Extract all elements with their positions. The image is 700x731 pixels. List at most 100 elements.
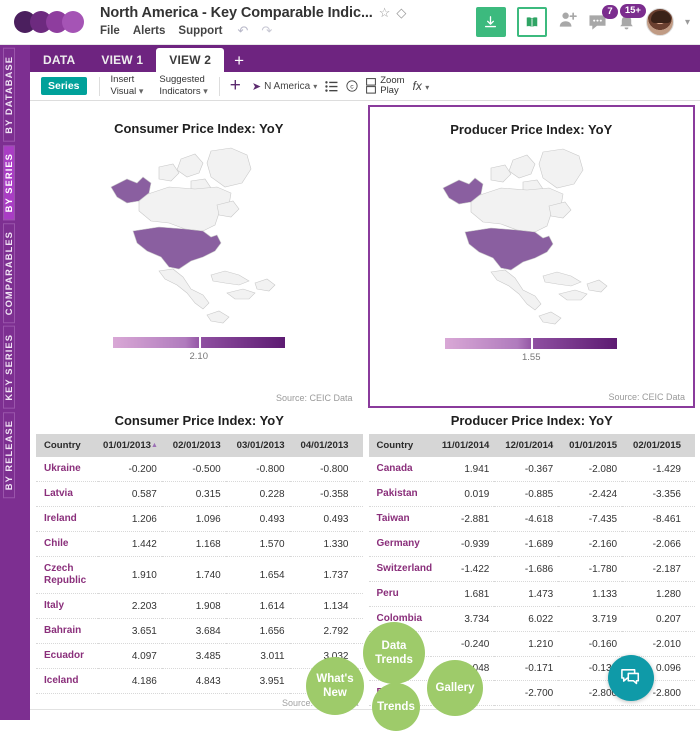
table-row[interactable]: Pakistan 0.019 -0.885 -2.424 -3.356 — [368, 481, 695, 507]
logo-dot — [62, 11, 84, 33]
legend-value-cpi: 2.10 — [189, 351, 209, 362]
sidebar-item-by-release[interactable]: BY RELEASE — [3, 411, 15, 499]
cell-value: 3.719 — [558, 606, 623, 632]
cell-country[interactable]: Iceland — [36, 668, 98, 694]
cell-country[interactable]: Pakistan — [368, 481, 431, 507]
cell-country[interactable]: Taiwan — [368, 506, 431, 532]
map-panel-ppi[interactable]: Producer Price Index: YoY 1.55 Source: C… — [367, 105, 695, 408]
cell-value: 1.133 — [558, 581, 623, 607]
table-row[interactable]: Italy 2.203 1.908 1.614 1.134 — [36, 593, 363, 619]
table-row[interactable]: Germany -0.939 -1.689 -2.160 -2.066 — [368, 531, 695, 557]
table-row[interactable]: Colombia 3.734 6.022 3.719 0.207 — [368, 606, 695, 632]
cell-country[interactable]: Bahrain — [36, 618, 98, 644]
cell-value: -0.160 — [558, 631, 623, 657]
cell-country[interactable]: Latvia — [36, 481, 98, 507]
col-header-date-4[interactable]: 04/01/2013 — [289, 434, 354, 457]
cell-country[interactable]: Ecuador — [36, 643, 98, 669]
col-header-date-2[interactable]: 12/01/2014 — [494, 434, 559, 457]
col-header-date-3[interactable]: 01/01/2015 — [558, 434, 623, 457]
table-row[interactable]: Peru 1.681 1.473 1.133 1.280 — [368, 581, 695, 607]
cell-value: -0.358 — [289, 481, 354, 507]
map-panels-row: Consumer Price Index: YoY 2.10 Source: C… — [30, 101, 700, 408]
notifications-button[interactable]: 15+ — [618, 4, 646, 31]
table-row[interactable]: Bahrain 3.651 3.684 1.656 2.792 — [36, 618, 363, 644]
cell-value: -2.700 — [494, 680, 559, 706]
menu-item-support[interactable]: Support — [178, 25, 222, 37]
table-row[interactable]: Switzerland -1.422 -1.686 -1.780 -2.187 — [368, 556, 695, 582]
avatar[interactable] — [645, 8, 674, 36]
left-sidebar: BY DATABASE BY SERIES COMPARABLES KEY SE… — [0, 45, 30, 720]
cell-country[interactable]: Ukraine — [36, 457, 98, 482]
bubble-gallery[interactable]: Gallery — [427, 660, 483, 716]
map-source-cpi: Source: CEIC Data — [275, 393, 353, 403]
menu-item-alerts[interactable]: Alerts — [133, 25, 166, 37]
copyright-button[interactable]: c — [342, 80, 362, 92]
insert-visual-button[interactable]: Insert Visual ▾ — [103, 74, 152, 97]
bubble-line-1: Trends — [377, 701, 415, 713]
star-icon[interactable]: ☆ — [379, 5, 391, 21]
col-header-date-2[interactable]: 02/01/2013 — [161, 434, 226, 457]
map-canvas-cpi[interactable] — [43, 140, 355, 335]
tab-data[interactable]: DATA — [30, 48, 88, 72]
svg-text:c: c — [351, 84, 355, 91]
series-button[interactable]: Series — [41, 77, 87, 95]
legend-gradient-bar — [445, 338, 618, 349]
zoom-play-button[interactable]: Zoom Play — [362, 75, 408, 97]
col-header-date-1[interactable]: 11/01/2014 — [430, 434, 495, 457]
formula-button[interactable]: fx ▾ — [409, 79, 434, 93]
download-button[interactable] — [475, 7, 506, 37]
col-header-date-3[interactable]: 03/01/2013 — [225, 434, 290, 457]
cell-country[interactable]: Canada — [368, 457, 431, 482]
add-tab-button[interactable]: + — [224, 51, 254, 72]
cell-value: 3.651 — [98, 618, 162, 644]
cell-country[interactable]: Switzerland — [368, 556, 432, 582]
map-canvas-ppi[interactable] — [376, 141, 688, 336]
cell-country[interactable]: Germany — [368, 531, 431, 557]
cell-country[interactable]: Czech Republic — [36, 556, 98, 594]
redo-icon[interactable]: ↷ — [261, 23, 272, 39]
col-header-date-1[interactable]: 01/01/2013▲ — [98, 434, 162, 457]
messages-button[interactable]: 7 — [588, 4, 618, 31]
col-header-date-4[interactable]: 02/01/2015 — [622, 434, 686, 457]
table-row[interactable]: Ukraine -0.200 -0.500 -0.800 -0.800 — [36, 457, 363, 482]
table-row[interactable]: Ireland 1.206 1.096 0.493 0.493 — [36, 506, 363, 532]
cell-value: 4.186 — [98, 668, 162, 694]
bubble-whats-new[interactable]: What's New — [306, 657, 364, 715]
library-button[interactable] — [516, 7, 547, 37]
col-header-country[interactable]: Country — [368, 434, 431, 457]
bubble-data-trends[interactable]: Data Trends — [363, 622, 425, 684]
app-logo[interactable] — [0, 0, 84, 45]
cell-country[interactable]: Chile — [36, 531, 98, 557]
cell-country[interactable]: Peru — [368, 581, 431, 607]
tag-icon[interactable]: ◇ — [396, 5, 406, 21]
add-item-button[interactable]: + — [223, 75, 248, 97]
cell-value: 0.493 — [225, 506, 290, 532]
table-row[interactable]: Czech Republic 1.910 1.740 1.654 1.737 — [36, 556, 363, 594]
tab-view-2[interactable]: VIEW 2 — [156, 48, 225, 72]
chevron-down-icon[interactable]: ▾ — [685, 17, 690, 28]
undo-icon[interactable]: ↶ — [238, 23, 249, 39]
cell-country[interactable]: Italy — [36, 593, 98, 619]
bubble-trends[interactable]: Trends — [372, 683, 420, 731]
region-selector[interactable]: ➤ N America ▾ — [248, 80, 321, 93]
suggested-indicators-line2: Indicators ▾ — [159, 85, 208, 97]
sidebar-item-comparables[interactable]: COMPARABLES — [3, 223, 15, 324]
sidebar-item-by-series[interactable]: BY SERIES — [3, 144, 15, 221]
cell-value: -2.881 — [430, 506, 495, 532]
cell-country[interactable]: Ireland — [36, 506, 98, 532]
table-row[interactable]: Canada 1.941 -0.367 -2.080 -1.429 — [368, 457, 695, 482]
table-row[interactable]: Chile 1.442 1.168 1.570 1.330 — [36, 531, 363, 557]
table-row[interactable]: Taiwan -2.881 -4.618 -7.435 -8.461 — [368, 506, 695, 532]
list-view-button[interactable] — [321, 80, 342, 92]
live-chat-fab[interactable] — [608, 655, 654, 701]
col-header-country[interactable]: Country — [36, 434, 98, 457]
cell-value: -1.686 — [494, 556, 559, 582]
add-user-button[interactable] — [558, 11, 577, 33]
sidebar-item-key-series[interactable]: KEY SERIES — [3, 326, 15, 409]
suggested-indicators-button[interactable]: Suggested Indicators ▾ — [151, 74, 215, 97]
menu-item-file[interactable]: File — [100, 25, 120, 37]
map-panel-cpi[interactable]: Consumer Price Index: YoY 2.10 Source: C… — [36, 105, 362, 408]
table-row[interactable]: Latvia 0.587 0.315 0.228 -0.358 — [36, 481, 363, 507]
tab-view-1[interactable]: VIEW 1 — [88, 48, 156, 72]
sidebar-item-by-database[interactable]: BY DATABASE — [3, 48, 15, 142]
